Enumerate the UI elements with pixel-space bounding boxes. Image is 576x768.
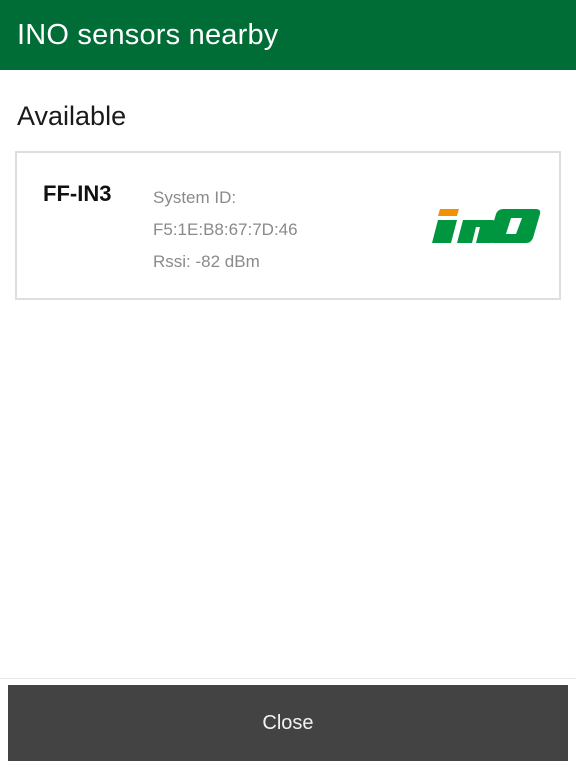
sensor-list-item[interactable]: FF-IN3 System ID: F5:1E:B8:67:7D:46 Rssi…: [15, 151, 561, 300]
sensor-name: FF-IN3: [43, 181, 112, 206]
page-title: INO sensors nearby: [17, 18, 279, 51]
ino-logo-accent-shape: [438, 209, 459, 216]
available-heading: Available: [17, 101, 127, 131]
sensor-details: System ID: F5:1E:B8:67:7D:46 Rssi: -82 d…: [153, 182, 298, 278]
footer-divider: [0, 678, 576, 679]
sensor-picker-dialog: INO sensors nearby Available FF-IN3 Syst…: [0, 0, 576, 768]
ino-logo-letter-o: [488, 209, 541, 243]
title-bar: INO sensors nearby: [0, 0, 576, 70]
ino-logo-letter-i: [432, 220, 457, 243]
close-button[interactable]: Close: [8, 685, 568, 761]
ino-logo-icon: [432, 209, 541, 243]
rssi-value: Rssi: -82 dBm: [153, 252, 260, 271]
system-id-label: System ID:: [153, 188, 237, 207]
system-id-value: F5:1E:B8:67:7D:46: [153, 220, 298, 239]
